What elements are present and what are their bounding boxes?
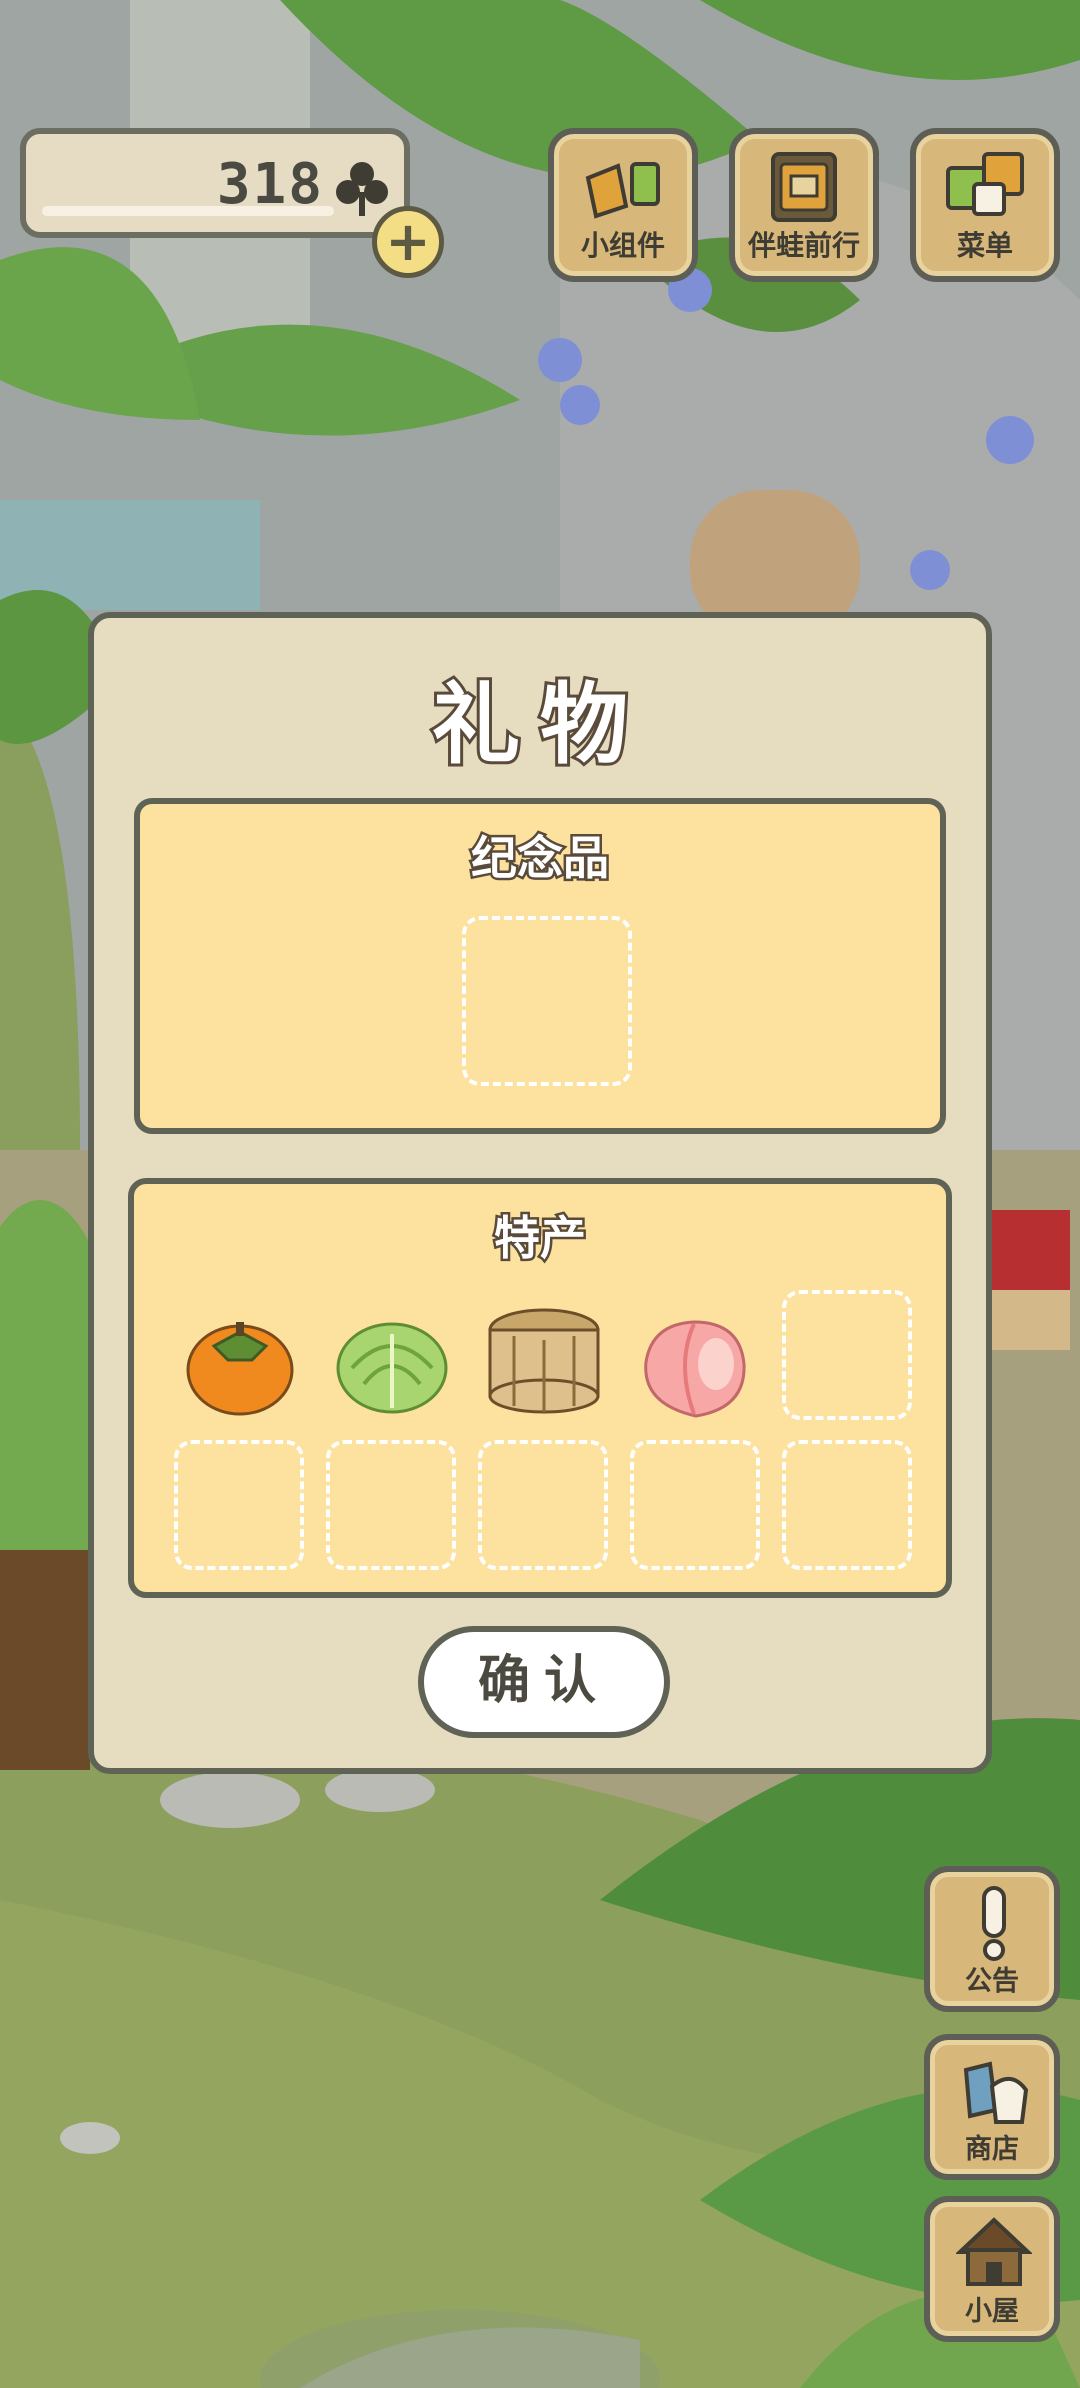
specialty-slot[interactable] xyxy=(782,1290,912,1420)
widget-button[interactable]: 小组件 xyxy=(548,128,698,282)
specialty-slot[interactable] xyxy=(478,1440,608,1570)
journey-label: 伴蛙前行 xyxy=(747,229,860,262)
persimmon-item[interactable] xyxy=(180,1304,300,1424)
clover-count: 318 xyxy=(216,152,324,217)
photo-album-icon xyxy=(771,152,837,222)
specialty-section: 特产 xyxy=(128,1178,952,1598)
souvenir-section: 纪念品 xyxy=(134,798,946,1134)
clover-icon xyxy=(336,162,388,216)
specialty-title: 特产 xyxy=(492,1209,589,1268)
souvenir-slot[interactable] xyxy=(462,916,632,1086)
souvenir-title: 纪念品 xyxy=(469,829,612,888)
shop-label: 商店 xyxy=(965,2134,1019,2165)
shop-button[interactable]: 商店 xyxy=(924,2034,1060,2180)
widget-icon xyxy=(585,162,660,219)
notice-label: 公告 xyxy=(965,1966,1019,1997)
specialty-slot[interactable] xyxy=(174,1440,304,1570)
notice-button[interactable]: 公告 xyxy=(924,1866,1060,2012)
house-label: 小屋 xyxy=(965,2296,1019,2327)
menu-button[interactable]: 菜单 xyxy=(910,128,1060,282)
confirm-button[interactable]: 确认 xyxy=(418,1626,670,1738)
menu-label: 菜单 xyxy=(956,229,1013,262)
house-button[interactable]: 小屋 xyxy=(924,2196,1060,2342)
shop-bags-icon xyxy=(963,2061,1029,2124)
gift-dialog: 礼物 纪念品 特产 确认 xyxy=(88,612,992,1774)
add-clover-button[interactable]: + xyxy=(372,206,444,278)
peach-item[interactable] xyxy=(636,1304,756,1424)
specialty-slot[interactable] xyxy=(630,1440,760,1570)
exclamation-icon xyxy=(982,1886,1006,1961)
natto-bucket-item[interactable] xyxy=(484,1300,604,1420)
dialog-title: 礼物 xyxy=(429,670,648,779)
specialty-slot[interactable] xyxy=(326,1440,456,1570)
cabbage-item[interactable] xyxy=(332,1304,452,1424)
specialty-slot[interactable] xyxy=(782,1440,912,1570)
house-icon xyxy=(956,2217,1032,2286)
menu-cards-icon xyxy=(946,152,1024,216)
clover-counter: 318 xyxy=(20,128,410,238)
journey-button[interactable]: 伴蛙前行 xyxy=(729,128,879,282)
widget-label: 小组件 xyxy=(580,229,665,262)
